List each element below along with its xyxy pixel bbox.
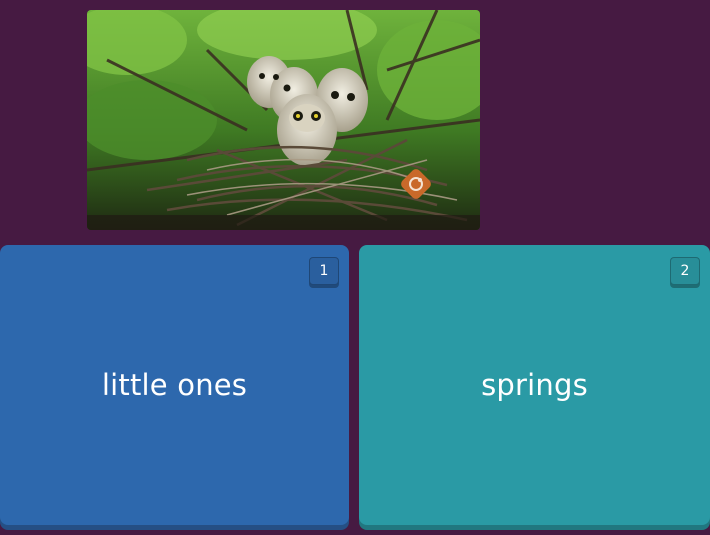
option-label: little ones xyxy=(101,368,248,402)
owl-nest-photo xyxy=(87,10,480,230)
option-label: springs xyxy=(481,368,588,402)
option-key-badge: 1 xyxy=(309,257,339,285)
option-key-badge: 2 xyxy=(670,257,700,285)
answer-option-2[interactable]: 2 springs xyxy=(359,245,710,525)
answer-option-1[interactable]: 1 little ones xyxy=(0,245,349,525)
question-image xyxy=(87,10,480,230)
